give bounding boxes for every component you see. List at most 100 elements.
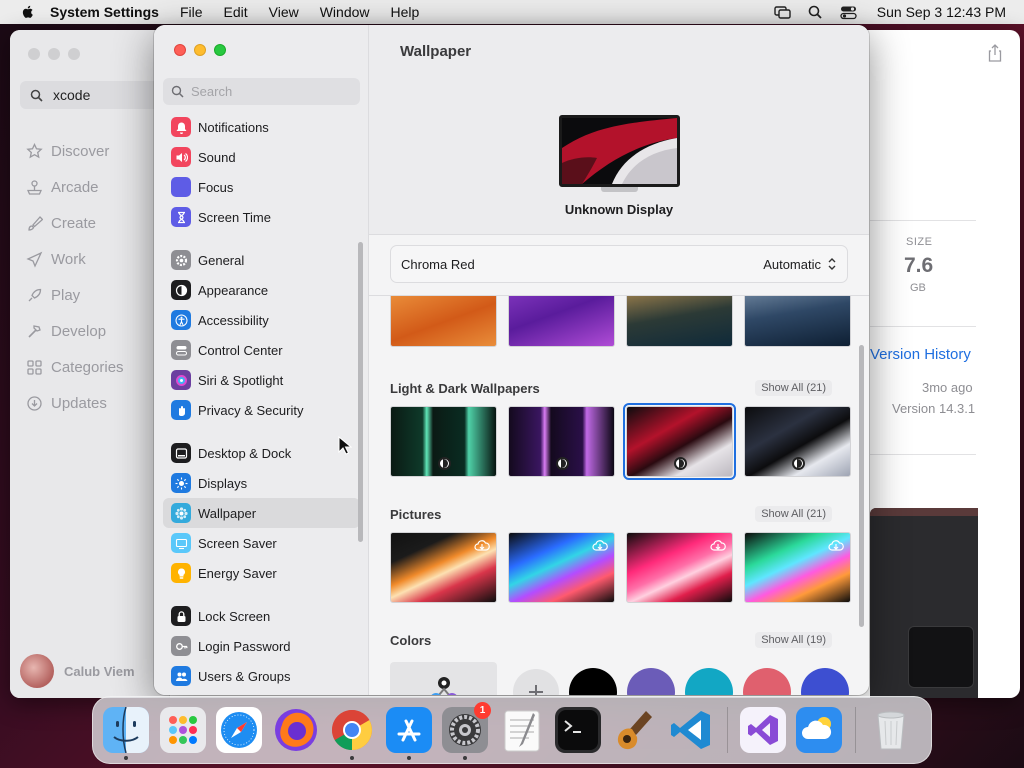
safari-icon[interactable] [216, 707, 262, 753]
color-swatch[interactable] [743, 668, 791, 695]
sidebar-item-sound[interactable]: Sound [163, 142, 360, 172]
wallpaper-thumb[interactable] [390, 532, 497, 603]
dynamic-color-tile[interactable] [390, 662, 497, 695]
wallpaper-thumb[interactable] [744, 406, 851, 477]
color-swatch[interactable] [801, 668, 849, 695]
sidebar-item-accessibility[interactable]: Accessibility [163, 305, 360, 335]
menu-view[interactable]: View [269, 4, 299, 20]
app-store-search-field[interactable]: xcode [20, 81, 170, 109]
nav-create[interactable]: Create [26, 205, 124, 241]
sidebar-item-label: Siri & Spotlight [198, 372, 284, 388]
nav-work[interactable]: Work [26, 241, 124, 277]
notification-badge: 1 [474, 702, 491, 719]
sidebar-item-notifications[interactable]: Notifications [163, 112, 360, 142]
nav-categories[interactable]: Categories [26, 349, 124, 385]
sidebar-item-displays[interactable]: Displays [163, 468, 360, 498]
system-settings-icon[interactable]: 1 [442, 702, 491, 760]
close-button-inactive[interactable] [28, 48, 40, 60]
pictures-show-all-button[interactable]: Show All (21) [755, 506, 832, 522]
version-history-link[interactable]: Version History [870, 346, 971, 363]
menu-file[interactable]: File [180, 4, 203, 20]
sidebar-item-appearance[interactable]: Appearance [163, 275, 360, 305]
app-screenshot[interactable] [870, 508, 978, 698]
color-swatch[interactable] [685, 668, 733, 695]
nav-updates[interactable]: Updates [26, 385, 124, 421]
sidebar-item-privacy-security[interactable]: Privacy & Security [163, 395, 360, 425]
wallpaper-thumb-selected[interactable] [623, 403, 736, 480]
wallpaper-gallery[interactable]: Light & Dark Wallpapers Show All (21) Pi… [369, 295, 869, 695]
wallpaper-thumb[interactable] [744, 532, 851, 603]
visual-studio-icon[interactable] [739, 707, 786, 753]
sidebar-scrollbar[interactable] [358, 242, 363, 542]
sidebar-item-screen-saver[interactable]: Screen Saver [163, 528, 360, 558]
finder-icon[interactable] [103, 707, 149, 760]
content-scrollbar[interactable] [859, 345, 864, 627]
minimize-button-inactive[interactable] [48, 48, 60, 60]
control-center-icon[interactable] [840, 5, 857, 20]
close-button[interactable] [174, 44, 186, 56]
wallpaper-thumb[interactable] [744, 296, 851, 347]
firefox-icon[interactable] [273, 707, 319, 753]
add-color-button[interactable] [513, 669, 559, 695]
sidebar-item-siri-spotlight[interactable]: Siri & Spotlight [163, 365, 360, 395]
color-swatch[interactable] [627, 668, 675, 695]
textedit-icon[interactable] [499, 707, 545, 753]
wallpaper-thumb[interactable] [626, 296, 733, 347]
sidebar-item-users-groups[interactable]: Users & Groups [163, 661, 360, 691]
menu-app-name[interactable]: System Settings [50, 4, 159, 20]
wallpaper-thumb[interactable] [390, 296, 497, 347]
menu-edit[interactable]: Edit [224, 4, 248, 20]
wallpaper-thumb[interactable] [390, 406, 497, 477]
nav-discover[interactable]: Discover [26, 133, 124, 169]
zoom-button-inactive[interactable] [68, 48, 80, 60]
appearance-mode-value: Automatic [763, 256, 821, 272]
sidebar-item-wallpaper[interactable]: Wallpaper [163, 498, 360, 528]
menu-window[interactable]: Window [320, 4, 370, 20]
sidebar-item-focus[interactable]: Focus [163, 172, 360, 202]
sidebar-item-control-center[interactable]: Control Center [163, 335, 360, 365]
sidebar-item-general[interactable]: General [163, 245, 360, 275]
weather-icon[interactable] [796, 707, 842, 753]
app-store-window-controls [28, 48, 80, 60]
instruments-icon[interactable] [612, 707, 658, 753]
app-store-account[interactable]: Calub Viem [20, 654, 135, 688]
sidebar-item-label: Appearance [198, 282, 269, 298]
chrome-icon[interactable] [329, 707, 375, 760]
light-dark-show-all-button[interactable]: Show All (21) [755, 380, 832, 396]
current-wallpaper-name: Chroma Red [401, 256, 475, 272]
sidebar-item-lock-screen[interactable]: Lock Screen [163, 601, 360, 631]
sidebar-item-label: Focus [198, 179, 234, 195]
terminal-icon[interactable] [555, 707, 601, 753]
share-icon[interactable] [988, 44, 1002, 62]
wallpaper-thumb[interactable] [626, 532, 733, 603]
siri-icon [171, 370, 191, 390]
vscode-icon[interactable] [668, 707, 714, 753]
nav-arcade[interactable]: Arcade [26, 169, 124, 205]
wallpaper-icon [171, 503, 191, 523]
menu-clock[interactable]: Sun Sep 3 12:43 PM [877, 4, 1006, 20]
minimize-button[interactable] [194, 44, 206, 56]
sidebar-item-desktop-dock[interactable]: Desktop & Dock [163, 438, 360, 468]
nav-play[interactable]: Play [26, 277, 124, 313]
settings-search-field[interactable]: Search [163, 78, 360, 105]
sidebar-item-energy-saver[interactable]: Energy Saver [163, 558, 360, 588]
zoom-button[interactable] [214, 44, 226, 56]
appearance-mode-popup[interactable]: Automatic [763, 257, 837, 272]
wallpaper-selector[interactable]: Chroma Red Automatic [390, 245, 848, 283]
wallpaper-thumb[interactable] [508, 532, 615, 603]
trash-icon[interactable] [868, 707, 914, 753]
color-swatch[interactable] [569, 668, 617, 695]
wallpaper-thumb[interactable] [508, 296, 615, 347]
spotlight-search-icon[interactable] [807, 5, 824, 20]
sidebar-item-screen-time[interactable]: Screen Time [163, 202, 360, 232]
app-store-icon[interactable] [385, 707, 432, 760]
colors-show-all-button[interactable]: Show All (19) [755, 632, 832, 648]
launchpad-icon[interactable] [159, 707, 206, 753]
sidebar-item-login-password[interactable]: Login Password [163, 631, 360, 661]
menu-help[interactable]: Help [391, 4, 420, 20]
nav-develop[interactable]: Develop [26, 313, 124, 349]
screen-mirroring-icon[interactable] [774, 5, 791, 20]
nav-label: Categories [51, 358, 124, 376]
apple-icon[interactable] [20, 4, 36, 20]
wallpaper-thumb[interactable] [508, 406, 615, 477]
